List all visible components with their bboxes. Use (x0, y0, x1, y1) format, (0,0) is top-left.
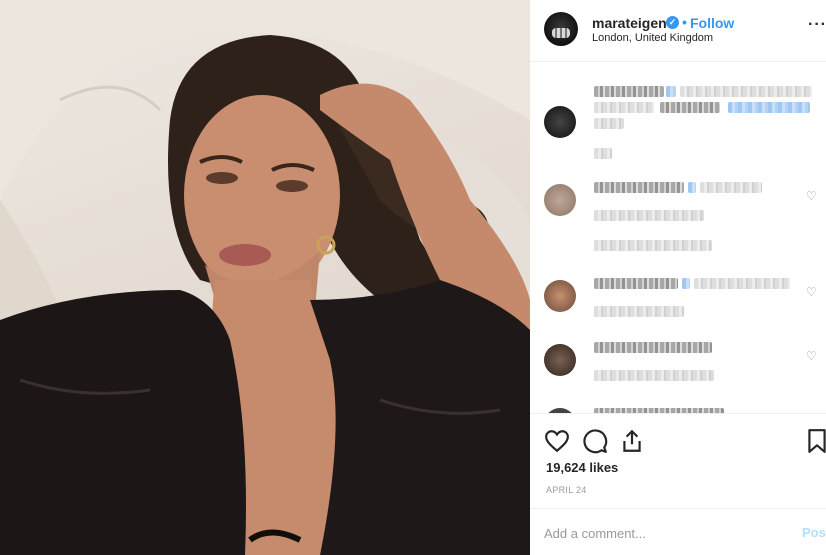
blurred-text (660, 102, 720, 113)
blurred-mention (728, 102, 810, 113)
add-comment-bar: Post (530, 508, 826, 555)
share-icon[interactable] (619, 428, 645, 454)
blurred-text (700, 182, 762, 193)
follow-button[interactable]: Follow (690, 15, 734, 31)
blurred-text (594, 102, 654, 113)
location-link[interactable]: London, United Kingdom (592, 32, 713, 44)
verified-badge-icon: ✓ (666, 16, 679, 29)
post-photo-illustration (0, 0, 530, 555)
commenter-avatar[interactable] (544, 184, 576, 216)
blurred-username (594, 182, 684, 193)
blurred-mention (688, 182, 696, 193)
blurred-username (594, 278, 678, 289)
blurred-username (594, 86, 664, 97)
commenter-avatar[interactable] (544, 344, 576, 376)
comment-input[interactable] (544, 523, 784, 543)
heart-icon[interactable] (544, 428, 570, 454)
blurred-mention (682, 278, 690, 289)
more-options-icon[interactable]: ··· (808, 16, 826, 34)
blurred-text (694, 278, 790, 289)
commenter-avatar[interactable] (544, 280, 576, 312)
comment-like-heart-icon[interactable]: ♡ (806, 190, 818, 202)
blurred-replies (594, 240, 712, 251)
bookmark-icon[interactable] (804, 428, 826, 454)
likes-count[interactable]: 19,624 likes (546, 460, 618, 475)
post-date: APRIL 24 (546, 485, 587, 495)
post-actions (530, 420, 826, 460)
post-photo (0, 0, 530, 555)
post-comment-button[interactable]: Post (802, 525, 826, 540)
post-side-panel: marateigen ✓ • Follow London, United Kin… (530, 0, 826, 555)
comments-list[interactable]: ♡ ♡ ♡ (530, 62, 826, 414)
blurred-mention (666, 86, 676, 97)
comment-like-heart-icon[interactable]: ♡ (806, 350, 818, 362)
profile-avatar[interactable] (544, 12, 578, 46)
separator-dot: • (682, 14, 687, 30)
comment-like-heart-icon[interactable]: ♡ (806, 286, 818, 298)
blurred-username (594, 408, 724, 413)
blurred-text (680, 86, 812, 97)
post-header: marateigen ✓ • Follow London, United Kin… (530, 0, 826, 62)
commenter-avatar[interactable] (544, 408, 576, 413)
comment-icon[interactable] (582, 428, 608, 454)
username-link[interactable]: marateigen (592, 15, 667, 31)
blurred-timestamp (594, 148, 612, 159)
blurred-meta (594, 210, 704, 221)
blurred-username (594, 342, 712, 353)
blurred-meta (594, 306, 684, 317)
blurred-text (594, 118, 624, 129)
blurred-meta (594, 370, 714, 381)
commenter-avatar[interactable] (544, 106, 576, 138)
